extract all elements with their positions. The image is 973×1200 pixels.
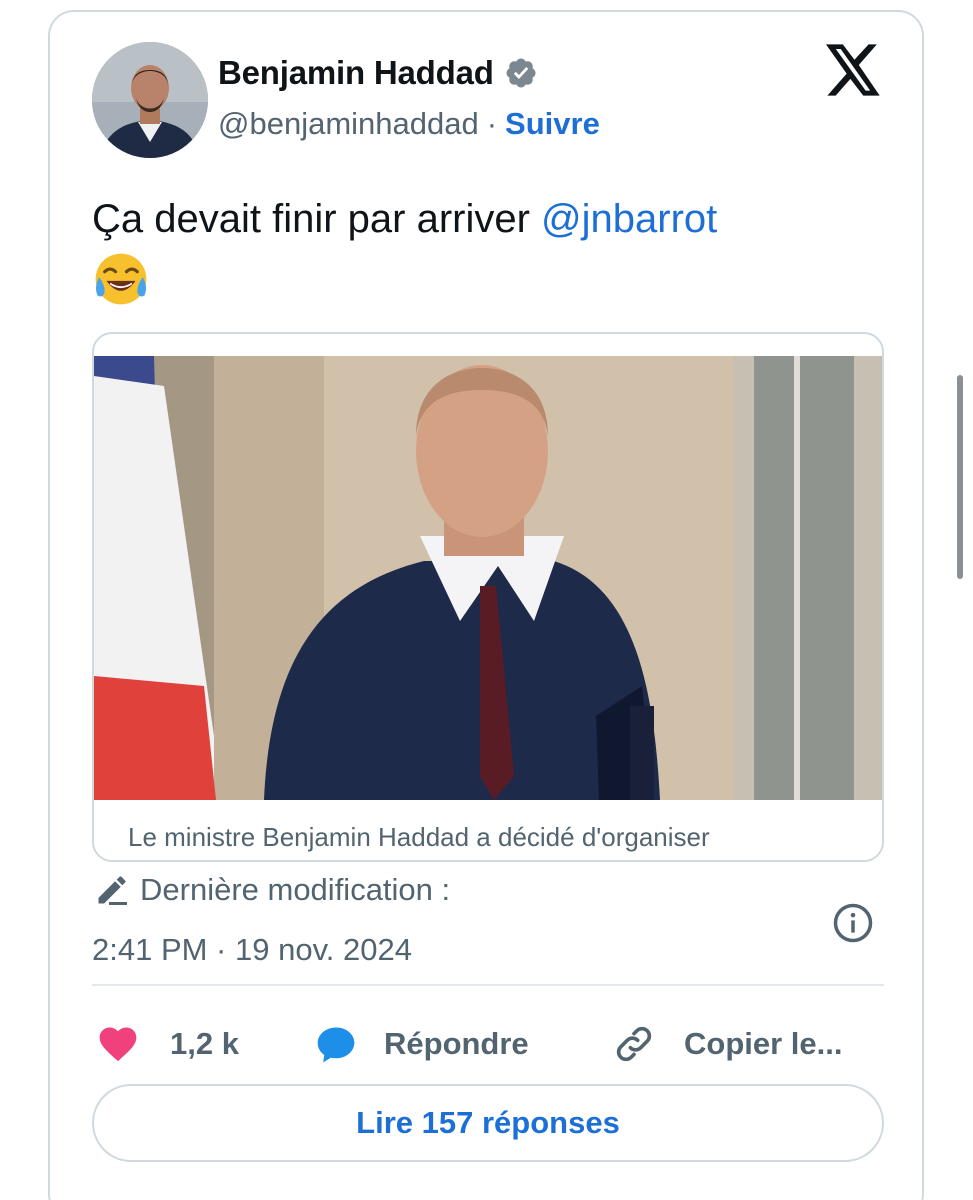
like-button[interactable]: 1,2 k (96, 1016, 239, 1072)
preview-image (94, 356, 882, 800)
follow-button[interactable]: Suivre (505, 106, 600, 142)
tweet-card: Benjamin Haddad @benjaminhaddad · Suivre… (48, 10, 924, 1200)
avatar[interactable] (92, 42, 208, 158)
verified-badge-icon (504, 56, 538, 90)
link-icon (616, 1026, 652, 1062)
copy-link-button[interactable]: Copier le... (612, 1016, 842, 1072)
avatar-image (92, 42, 208, 158)
edited-label: Dernière modification : (140, 872, 451, 907)
action-bar: 1,2 k Répondre Copier le... (96, 1016, 886, 1072)
read-replies-button[interactable]: Lire 157 réponses (92, 1084, 884, 1162)
reply-button[interactable]: Répondre (314, 1016, 529, 1072)
edited-row[interactable]: Dernière modification : (94, 872, 450, 908)
heart-icon (99, 1027, 137, 1062)
tweet-body-text: Ça devait finir par arriver (92, 197, 542, 241)
tweet-timestamp[interactable]: 2:41 PM · 19 nov. 2024 (92, 932, 412, 968)
divider (92, 984, 884, 986)
author-handle-row: @benjaminhaddad · Suivre (218, 106, 600, 142)
scrollbar[interactable] (957, 375, 963, 579)
tweet-text: Ça devait finir par arriver @jnbarrot (92, 192, 892, 308)
x-logo-icon[interactable] (826, 44, 882, 96)
link-preview-card[interactable]: Le ministre Benjamin Haddad a décidé d'o… (92, 332, 884, 862)
face-with-tears-of-joy-icon (92, 250, 150, 308)
copy-link-label: Copier le... (684, 1026, 843, 1061)
author-name-row: Benjamin Haddad (218, 54, 538, 92)
author-display-name[interactable]: Benjamin Haddad (218, 54, 494, 92)
reply-label: Répondre (384, 1026, 529, 1061)
mention-link[interactable]: @jnbarrot (541, 197, 717, 241)
like-count: 1,2 k (170, 1026, 239, 1061)
speech-bubble-icon (317, 1027, 355, 1063)
preview-caption: Le ministre Benjamin Haddad a décidé d'o… (128, 822, 710, 852)
info-icon[interactable] (832, 902, 874, 944)
author-handle[interactable]: @benjaminhaddad (218, 106, 479, 142)
separator-dot: · (486, 106, 498, 141)
pencil-icon (98, 876, 127, 905)
